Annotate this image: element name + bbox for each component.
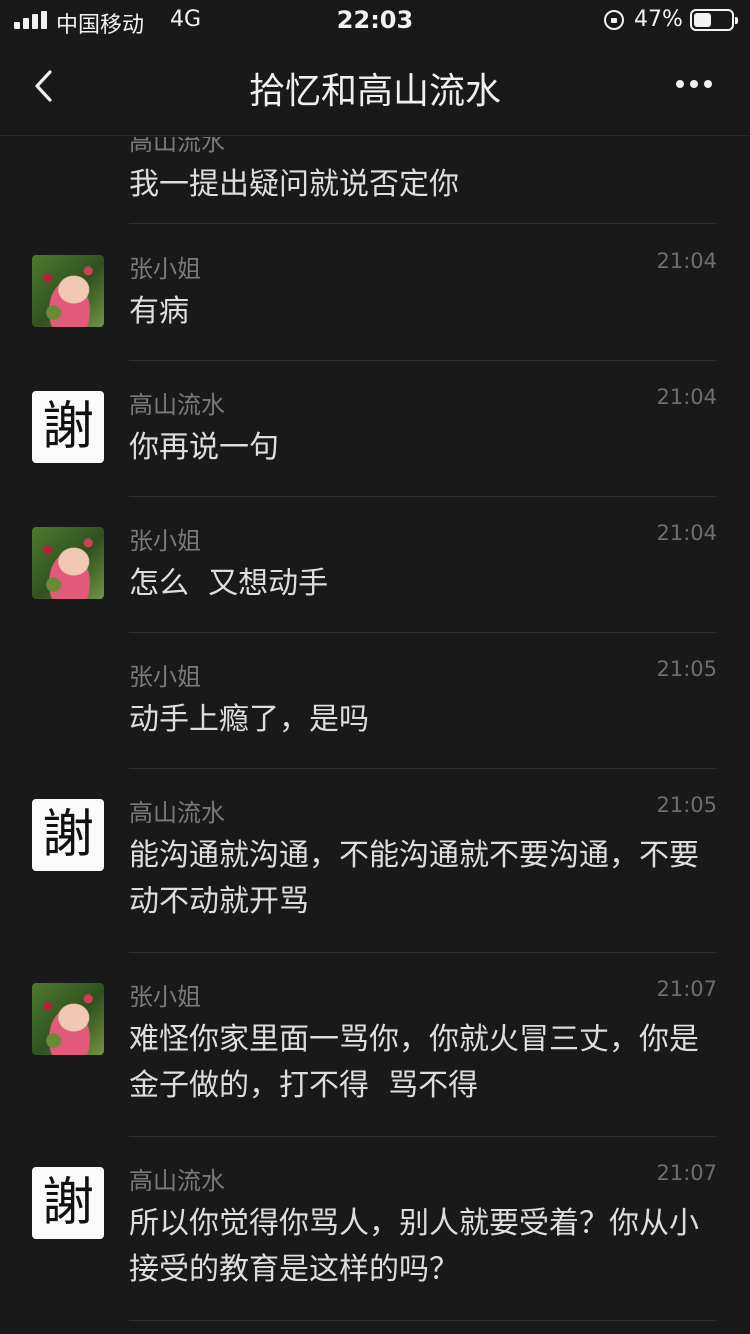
sender-name: 张小姐 [129,983,201,1011]
message-text: 能沟通就沟通，不能沟通就不要沟通，不要动不动就开骂 [129,838,699,919]
message-text: 怎么 又想动手 [129,566,329,601]
message-item[interactable]: 高山流水 我一提出疑问就说否定你 [0,137,750,225]
message-time: 21:07 [656,977,717,1001]
message-time: 21:07 [656,1161,717,1185]
more-options-icon[interactable] [672,78,716,90]
message-text: 所以你觉得你骂人，别人就要受着？你从小接受的教育是这样的吗？ [129,1206,699,1287]
avatar[interactable] [32,983,104,1055]
avatar-character: 謝 [41,1173,94,1233]
message-time: 21:05 [656,793,717,817]
sender-name: 高山流水 [129,799,225,827]
message-item[interactable]: 张小姐 21:04 有病 [0,225,750,361]
battery-percent: 47% [634,7,683,32]
avatar[interactable]: 謝 [32,1167,104,1239]
message-list[interactable]: 高山流水 我一提出疑问就说否定你 张小姐 21:04 有病 謝 高山流水 21:… [0,137,750,1334]
message-text: 动手上瘾了，是吗 [129,702,369,737]
sender-name: 张小姐 [129,255,201,283]
message-text: 你再说一句 [129,430,279,465]
avatar-character: 謝 [41,397,94,457]
sender-name: 张小姐 [129,527,201,555]
avatar[interactable]: 謝 [32,799,104,871]
sender-name: 高山流水 [129,137,225,156]
message-item[interactable]: 謝 高山流水 21:07 所以你觉得你骂人，别人就要受着？你从小接受的教育是这样… [0,1137,750,1321]
message-text: 难怪你家里面一骂你，你就火冒三丈，你是金子做的，打不得 骂不得 [129,1022,699,1103]
message-time: 21:04 [656,249,717,273]
status-bar: 中国移动 4G 22:03 47% [0,0,750,40]
sender-name: 张小姐 [129,663,201,691]
battery-fill [694,13,711,27]
nav-bar: 拾忆和高山流水 [0,40,750,136]
message-item[interactable]: 张小姐 21:05 动手上瘾了，是吗 [0,633,750,769]
message-item[interactable]: 张小姐 21:04 怎么 又想动手 [0,497,750,633]
message-item[interactable]: 张小姐 21:07 难怪你家里面一骂你，你就火冒三丈，你是金子做的，打不得 骂不… [0,953,750,1137]
battery-icon [690,9,738,31]
rotation-lock-icon [604,10,624,30]
message-item[interactable]: 謝 高山流水 21:05 能沟通就沟通，不能沟通就不要沟通，不要动不动就开骂 [0,769,750,953]
avatar[interactable] [32,527,104,599]
message-time: 21:04 [656,385,717,409]
message-text: 有病 [129,294,189,329]
chat-title: 拾忆和高山流水 [248,71,501,112]
avatar[interactable] [32,255,104,327]
message-time: 21:05 [656,657,717,681]
sender-name: 高山流水 [129,1167,225,1195]
divider [129,1320,717,1321]
message-item[interactable]: 謝 高山流水 21:04 你再说一句 [0,361,750,497]
message-time: 21:04 [656,521,717,545]
avatar-character: 謝 [41,805,94,865]
divider [129,223,717,224]
sender-name: 高山流水 [129,391,225,419]
message-text: 我一提出疑问就说否定你 [129,167,459,202]
avatar[interactable]: 謝 [32,391,104,463]
